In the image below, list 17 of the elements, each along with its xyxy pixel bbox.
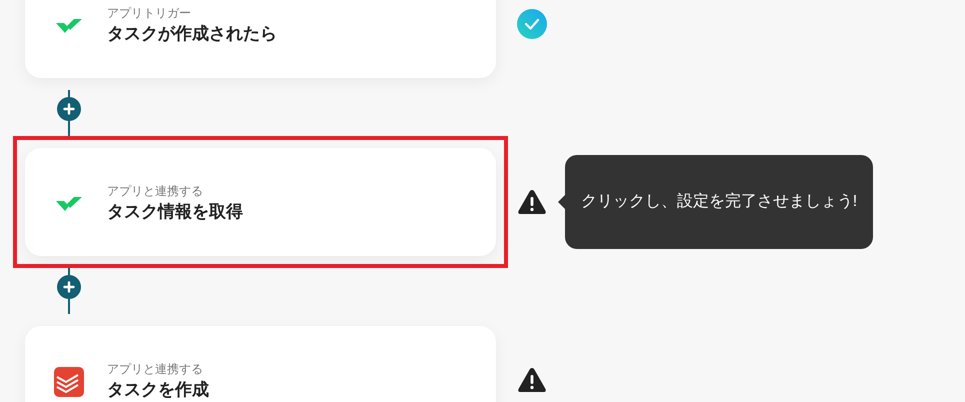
plus-icon	[63, 281, 75, 293]
step-title: タスク情報を取得	[107, 201, 243, 223]
add-step-button[interactable]	[57, 275, 81, 299]
step-title: タスクを作成	[107, 379, 209, 401]
step-card[interactable]: アプリトリガー タスクが作成されたら	[25, 0, 496, 78]
step-label: アプリと連携する	[107, 183, 204, 199]
step-card[interactable]: アプリと連携する タスク情報を取得	[25, 148, 496, 256]
check-mark-icon	[55, 195, 83, 213]
check-mark-icon	[55, 17, 83, 35]
add-step-button[interactable]	[57, 97, 81, 121]
step-label: アプリと連携する	[107, 361, 204, 377]
step-card[interactable]: アプリと連携する タスクを作成	[25, 326, 496, 402]
step-title: タスクが作成されたら	[107, 23, 277, 45]
plus-icon	[63, 103, 75, 115]
step-label: アプリトリガー	[107, 5, 192, 21]
tooltip-text: クリックし、設定を完了させましょう!	[580, 192, 858, 212]
stacked-layers-icon	[54, 367, 84, 397]
